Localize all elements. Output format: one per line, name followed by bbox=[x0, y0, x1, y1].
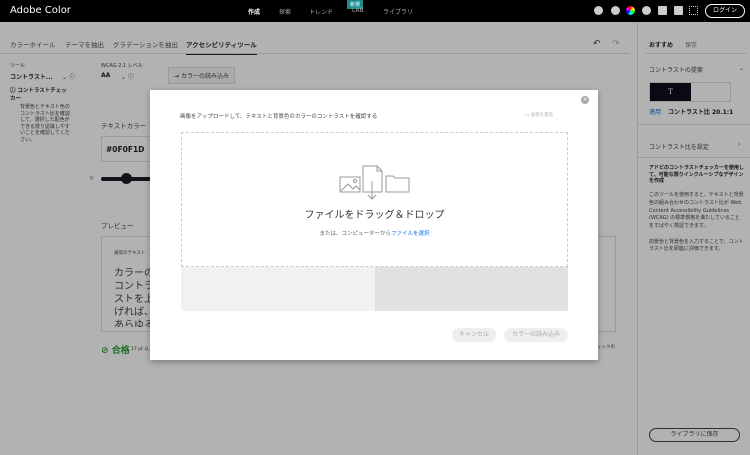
replace-image-label: 画像を置換 bbox=[530, 113, 554, 118]
drop-subtitle: または、コンピューターから bbox=[319, 231, 391, 237]
close-icon[interactable]: × bbox=[581, 96, 589, 104]
import-colors-modal-button[interactable]: カラーの読み込み bbox=[504, 328, 568, 342]
background-swatch bbox=[181, 267, 375, 311]
upload-modal: 画像をアップロードして、テキストと背景色のカラーのコントラストを確認する × ▭… bbox=[150, 90, 598, 360]
login-button[interactable]: ログイン bbox=[705, 4, 745, 18]
nav-create[interactable]: 作成 bbox=[248, 7, 260, 16]
nav-explore[interactable]: 探索 bbox=[279, 7, 291, 16]
contrast-icon[interactable] bbox=[611, 6, 620, 15]
chat-icon[interactable] bbox=[674, 6, 683, 15]
cancel-button[interactable]: キャンセル bbox=[452, 328, 496, 342]
apps-grid-icon[interactable] bbox=[689, 6, 698, 15]
drop-title: ファイルをドラッグ＆ドロップ bbox=[304, 210, 445, 221]
feedback-icon[interactable] bbox=[658, 6, 667, 15]
modal-title: 画像をアップロードして、テキストと背景色のカラーのコントラストを確認する bbox=[180, 114, 378, 120]
drop-zone[interactable]: ファイルをドラッグ＆ドロップ または、コンピューターからファイルを選択 bbox=[181, 132, 568, 267]
replace-image-button[interactable]: ▭ 画像を置換 bbox=[525, 112, 553, 118]
logo[interactable]: Adobe Color bbox=[10, 5, 71, 16]
select-file-link[interactable]: ファイルを選択 bbox=[391, 231, 430, 237]
nav-trends[interactable]: トレンド bbox=[309, 7, 333, 16]
color-wheel-icon[interactable] bbox=[626, 6, 635, 15]
top-bar: Adobe Color 作成 探索 トレンド 新規 LAB ライブラリ ログイン bbox=[0, 0, 750, 22]
nav-lab[interactable]: LAB bbox=[352, 7, 364, 14]
help-icon[interactable] bbox=[642, 6, 651, 15]
text-swatch bbox=[375, 267, 568, 311]
accessibility-icon[interactable] bbox=[594, 6, 603, 15]
upload-icons bbox=[339, 165, 410, 200]
nav-library[interactable]: ライブラリ bbox=[383, 7, 413, 16]
